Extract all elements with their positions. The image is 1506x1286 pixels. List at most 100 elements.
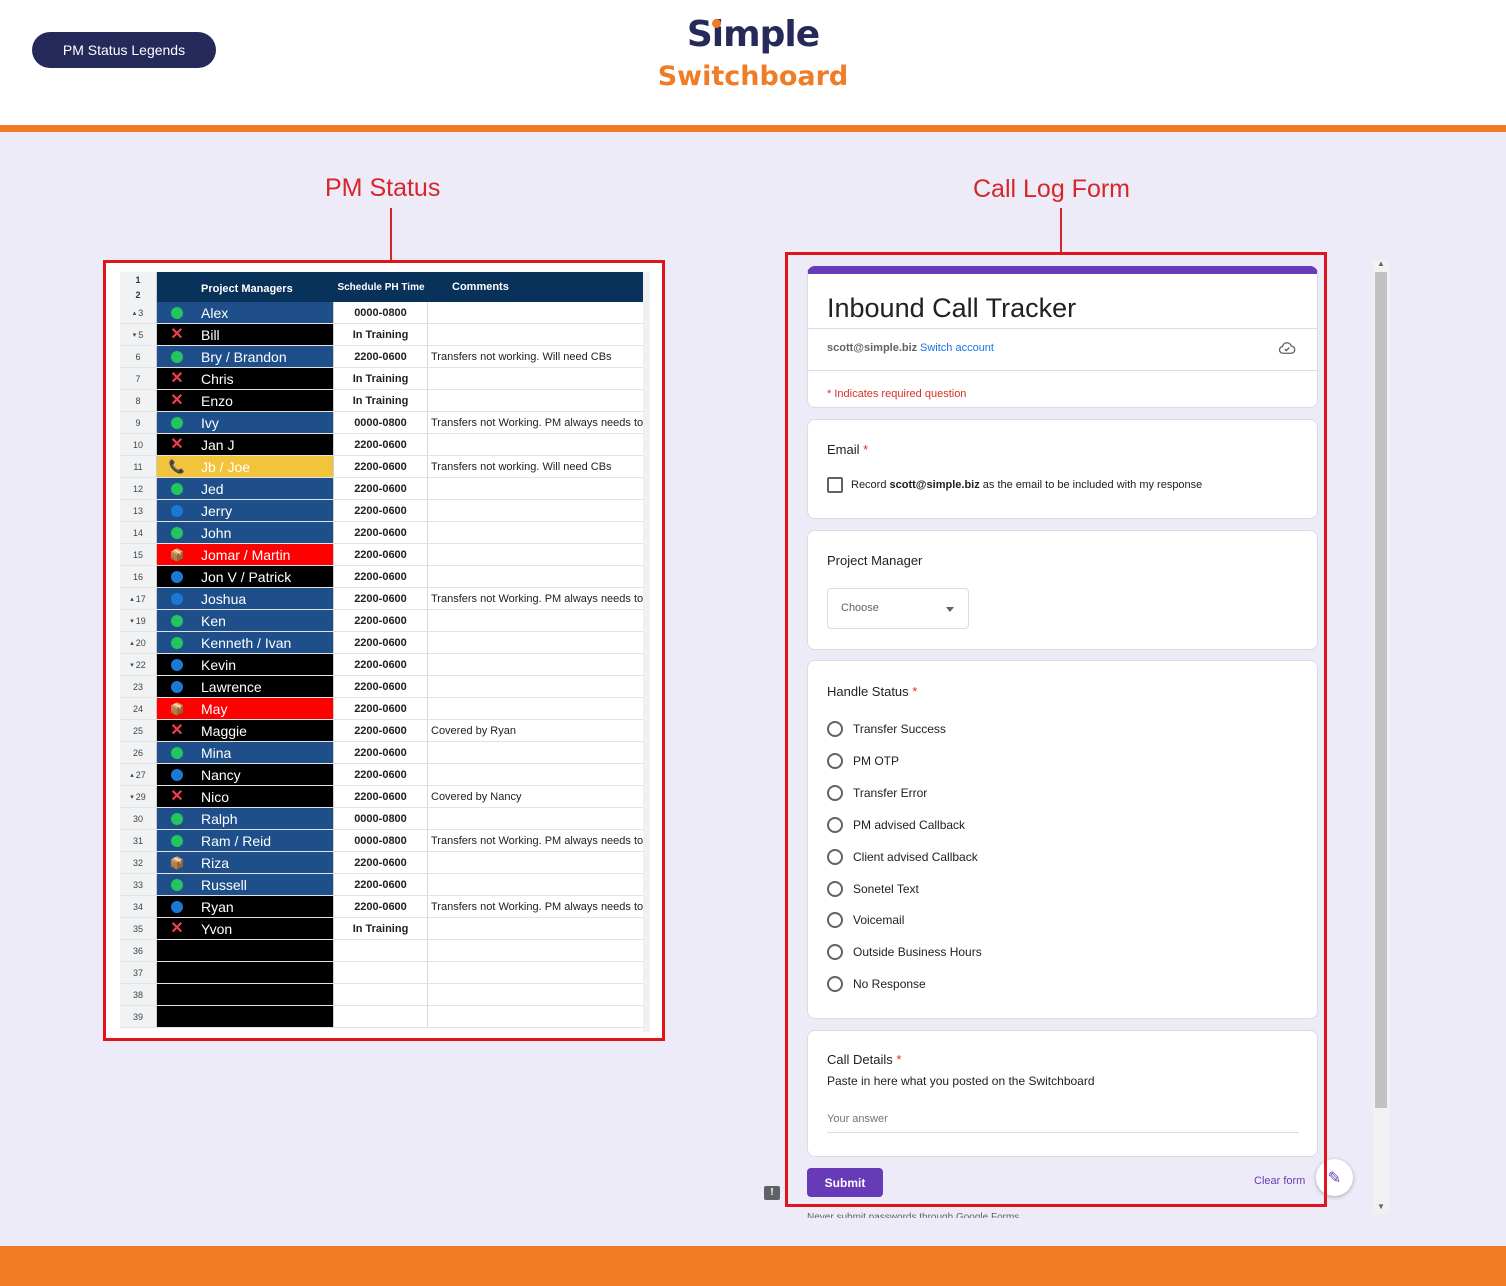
schedule-cell[interactable]: In Training bbox=[334, 390, 428, 411]
pm-name-cell[interactable]: Mina bbox=[197, 742, 334, 763]
status-cell[interactable] bbox=[157, 742, 197, 763]
table-row[interactable]: 23 Lawrence 2200-0600 bbox=[120, 676, 647, 698]
pm-status-legends-button[interactable]: PM Status Legends bbox=[32, 32, 216, 68]
comment-cell[interactable] bbox=[428, 302, 647, 323]
comment-cell[interactable] bbox=[428, 500, 647, 521]
table-row[interactable]: ▴ 17 Joshua 2200-0600 Transfers not Working… bbox=[120, 588, 647, 610]
pm-name-cell[interactable]: May bbox=[197, 698, 334, 719]
comment-cell[interactable] bbox=[428, 522, 647, 543]
comment-cell[interactable] bbox=[428, 1006, 647, 1027]
pm-name-cell[interactable]: Alex bbox=[197, 302, 334, 323]
table-row[interactable]: ▴ 20 Kenneth / Ivan 2200-0600 bbox=[120, 632, 647, 654]
comment-cell[interactable] bbox=[428, 808, 647, 829]
schedule-cell[interactable]: 2200-0600 bbox=[334, 522, 428, 543]
table-row[interactable]: 12 Jed 2200-0600 bbox=[120, 478, 647, 500]
status-cell[interactable]: ✕ bbox=[157, 720, 197, 741]
table-row[interactable]: 9 Ivy 0000-0800 Transfers not Working. PM a… bbox=[120, 412, 647, 434]
schedule-cell[interactable]: 2200-0600 bbox=[334, 456, 428, 477]
report-issue-icon[interactable]: ! bbox=[764, 1186, 780, 1200]
table-row[interactable]: 38 bbox=[120, 984, 647, 1006]
status-cell[interactable]: ✕ bbox=[157, 918, 197, 939]
comment-cell[interactable] bbox=[428, 940, 647, 961]
comment-cell[interactable] bbox=[428, 742, 647, 763]
comment-cell[interactable] bbox=[428, 962, 647, 983]
pm-name-cell[interactable]: John bbox=[197, 522, 334, 543]
schedule-cell[interactable]: 2200-0600 bbox=[334, 566, 428, 587]
schedule-cell[interactable]: 2200-0600 bbox=[334, 588, 428, 609]
status-cell[interactable] bbox=[157, 896, 197, 917]
status-cell[interactable] bbox=[157, 478, 197, 499]
schedule-cell[interactable] bbox=[334, 1006, 428, 1027]
schedule-cell[interactable] bbox=[334, 962, 428, 983]
status-cell[interactable]: 📦 bbox=[157, 852, 197, 873]
comment-cell[interactable]: Transfers not working. Will need CBs bbox=[428, 456, 647, 477]
table-row[interactable]: ▴ 3 Alex 0000-0800 bbox=[120, 302, 647, 324]
schedule-cell[interactable]: In Training bbox=[334, 324, 428, 345]
pm-name-cell[interactable]: Ralph bbox=[197, 808, 334, 829]
group-toggle-icon[interactable]: ▴ bbox=[130, 771, 134, 779]
pm-name-cell[interactable]: Nancy bbox=[197, 764, 334, 785]
table-row[interactable]: 6 Bry / Brandon 2200-0600 Transfers not wor… bbox=[120, 346, 647, 368]
comment-cell[interactable]: Transfers not Working. PM always needs t… bbox=[428, 830, 647, 851]
status-cell[interactable]: ✕ bbox=[157, 786, 197, 807]
table-row[interactable]: 33 Russell 2200-0600 bbox=[120, 874, 647, 896]
pm-name-cell[interactable] bbox=[197, 962, 334, 983]
table-row[interactable]: 13 Jerry 2200-0600 bbox=[120, 500, 647, 522]
pm-name-cell[interactable]: Jomar / Martin bbox=[197, 544, 334, 565]
comment-cell[interactable]: Transfers not Working. PM always needs t… bbox=[428, 588, 647, 609]
table-row[interactable]: 24 📦 May 2200-0600 bbox=[120, 698, 647, 720]
table-row[interactable]: 11 📞 Jb / Joe 2200-0600 Transfers not workin… bbox=[120, 456, 647, 478]
comment-cell[interactable] bbox=[428, 324, 647, 345]
group-toggle-icon[interactable]: ▴ bbox=[130, 639, 134, 647]
pm-name-cell[interactable] bbox=[197, 1006, 334, 1027]
schedule-cell[interactable]: 2200-0600 bbox=[334, 698, 428, 719]
comment-cell[interactable] bbox=[428, 610, 647, 631]
status-cell[interactable] bbox=[157, 412, 197, 433]
group-toggle-icon[interactable]: ▴ bbox=[130, 595, 134, 603]
pm-name-cell[interactable]: Ken bbox=[197, 610, 334, 631]
schedule-cell[interactable]: 2200-0600 bbox=[334, 786, 428, 807]
status-cell[interactable]: ✕ bbox=[157, 434, 197, 455]
table-row[interactable]: 10 ✕ Jan J 2200-0600 bbox=[120, 434, 647, 456]
schedule-cell[interactable]: 0000-0800 bbox=[334, 808, 428, 829]
comment-cell[interactable] bbox=[428, 874, 647, 895]
comment-cell[interactable] bbox=[428, 390, 647, 411]
table-row[interactable]: 8 ✕ Enzo In Training bbox=[120, 390, 647, 412]
status-cell[interactable] bbox=[157, 654, 197, 675]
status-cell[interactable] bbox=[157, 346, 197, 367]
schedule-cell[interactable]: 2200-0600 bbox=[334, 544, 428, 565]
status-cell[interactable] bbox=[157, 962, 197, 983]
table-row[interactable]: 37 bbox=[120, 962, 647, 984]
pm-name-cell[interactable]: Jon V / Patrick bbox=[197, 566, 334, 587]
comment-cell[interactable] bbox=[428, 698, 647, 719]
pm-name-cell[interactable] bbox=[197, 984, 334, 1005]
pm-name-cell[interactable]: Riza bbox=[197, 852, 334, 873]
status-cell[interactable]: 📦 bbox=[157, 698, 197, 719]
pm-name-cell[interactable]: Yvon bbox=[197, 918, 334, 939]
comment-cell[interactable] bbox=[428, 478, 647, 499]
status-cell[interactable] bbox=[157, 500, 197, 521]
comment-cell[interactable]: Covered by Ryan bbox=[428, 720, 647, 741]
schedule-cell[interactable]: 0000-0800 bbox=[334, 830, 428, 851]
schedule-cell[interactable]: 2200-0600 bbox=[334, 500, 428, 521]
sheet-scrollbar[interactable] bbox=[643, 272, 650, 1032]
pm-name-cell[interactable]: Bill bbox=[197, 324, 334, 345]
status-cell[interactable]: ✕ bbox=[157, 390, 197, 411]
scroll-down-icon[interactable]: ▼ bbox=[1375, 1202, 1387, 1211]
schedule-cell[interactable] bbox=[334, 940, 428, 961]
pm-name-cell[interactable]: Jan J bbox=[197, 434, 334, 455]
schedule-cell[interactable]: 2200-0600 bbox=[334, 654, 428, 675]
schedule-cell[interactable]: 2200-0600 bbox=[334, 852, 428, 873]
table-row[interactable]: ▾ 5 ✕ Bill In Training bbox=[120, 324, 647, 346]
schedule-cell[interactable]: 2200-0600 bbox=[334, 346, 428, 367]
schedule-cell[interactable]: 2200-0600 bbox=[334, 742, 428, 763]
status-cell[interactable] bbox=[157, 874, 197, 895]
table-row[interactable]: 14 John 2200-0600 bbox=[120, 522, 647, 544]
group-toggle-icon[interactable]: ▾ bbox=[130, 617, 134, 625]
table-row[interactable]: ▾ 19 Ken 2200-0600 bbox=[120, 610, 647, 632]
pm-name-cell[interactable]: Joshua bbox=[197, 588, 334, 609]
status-cell[interactable] bbox=[157, 522, 197, 543]
table-row[interactable]: ▴ 27 Nancy 2200-0600 bbox=[120, 764, 647, 786]
table-row[interactable]: ▾ 29 ✕ Nico 2200-0600 Covered by Nancy bbox=[120, 786, 647, 808]
comment-cell[interactable] bbox=[428, 676, 647, 697]
